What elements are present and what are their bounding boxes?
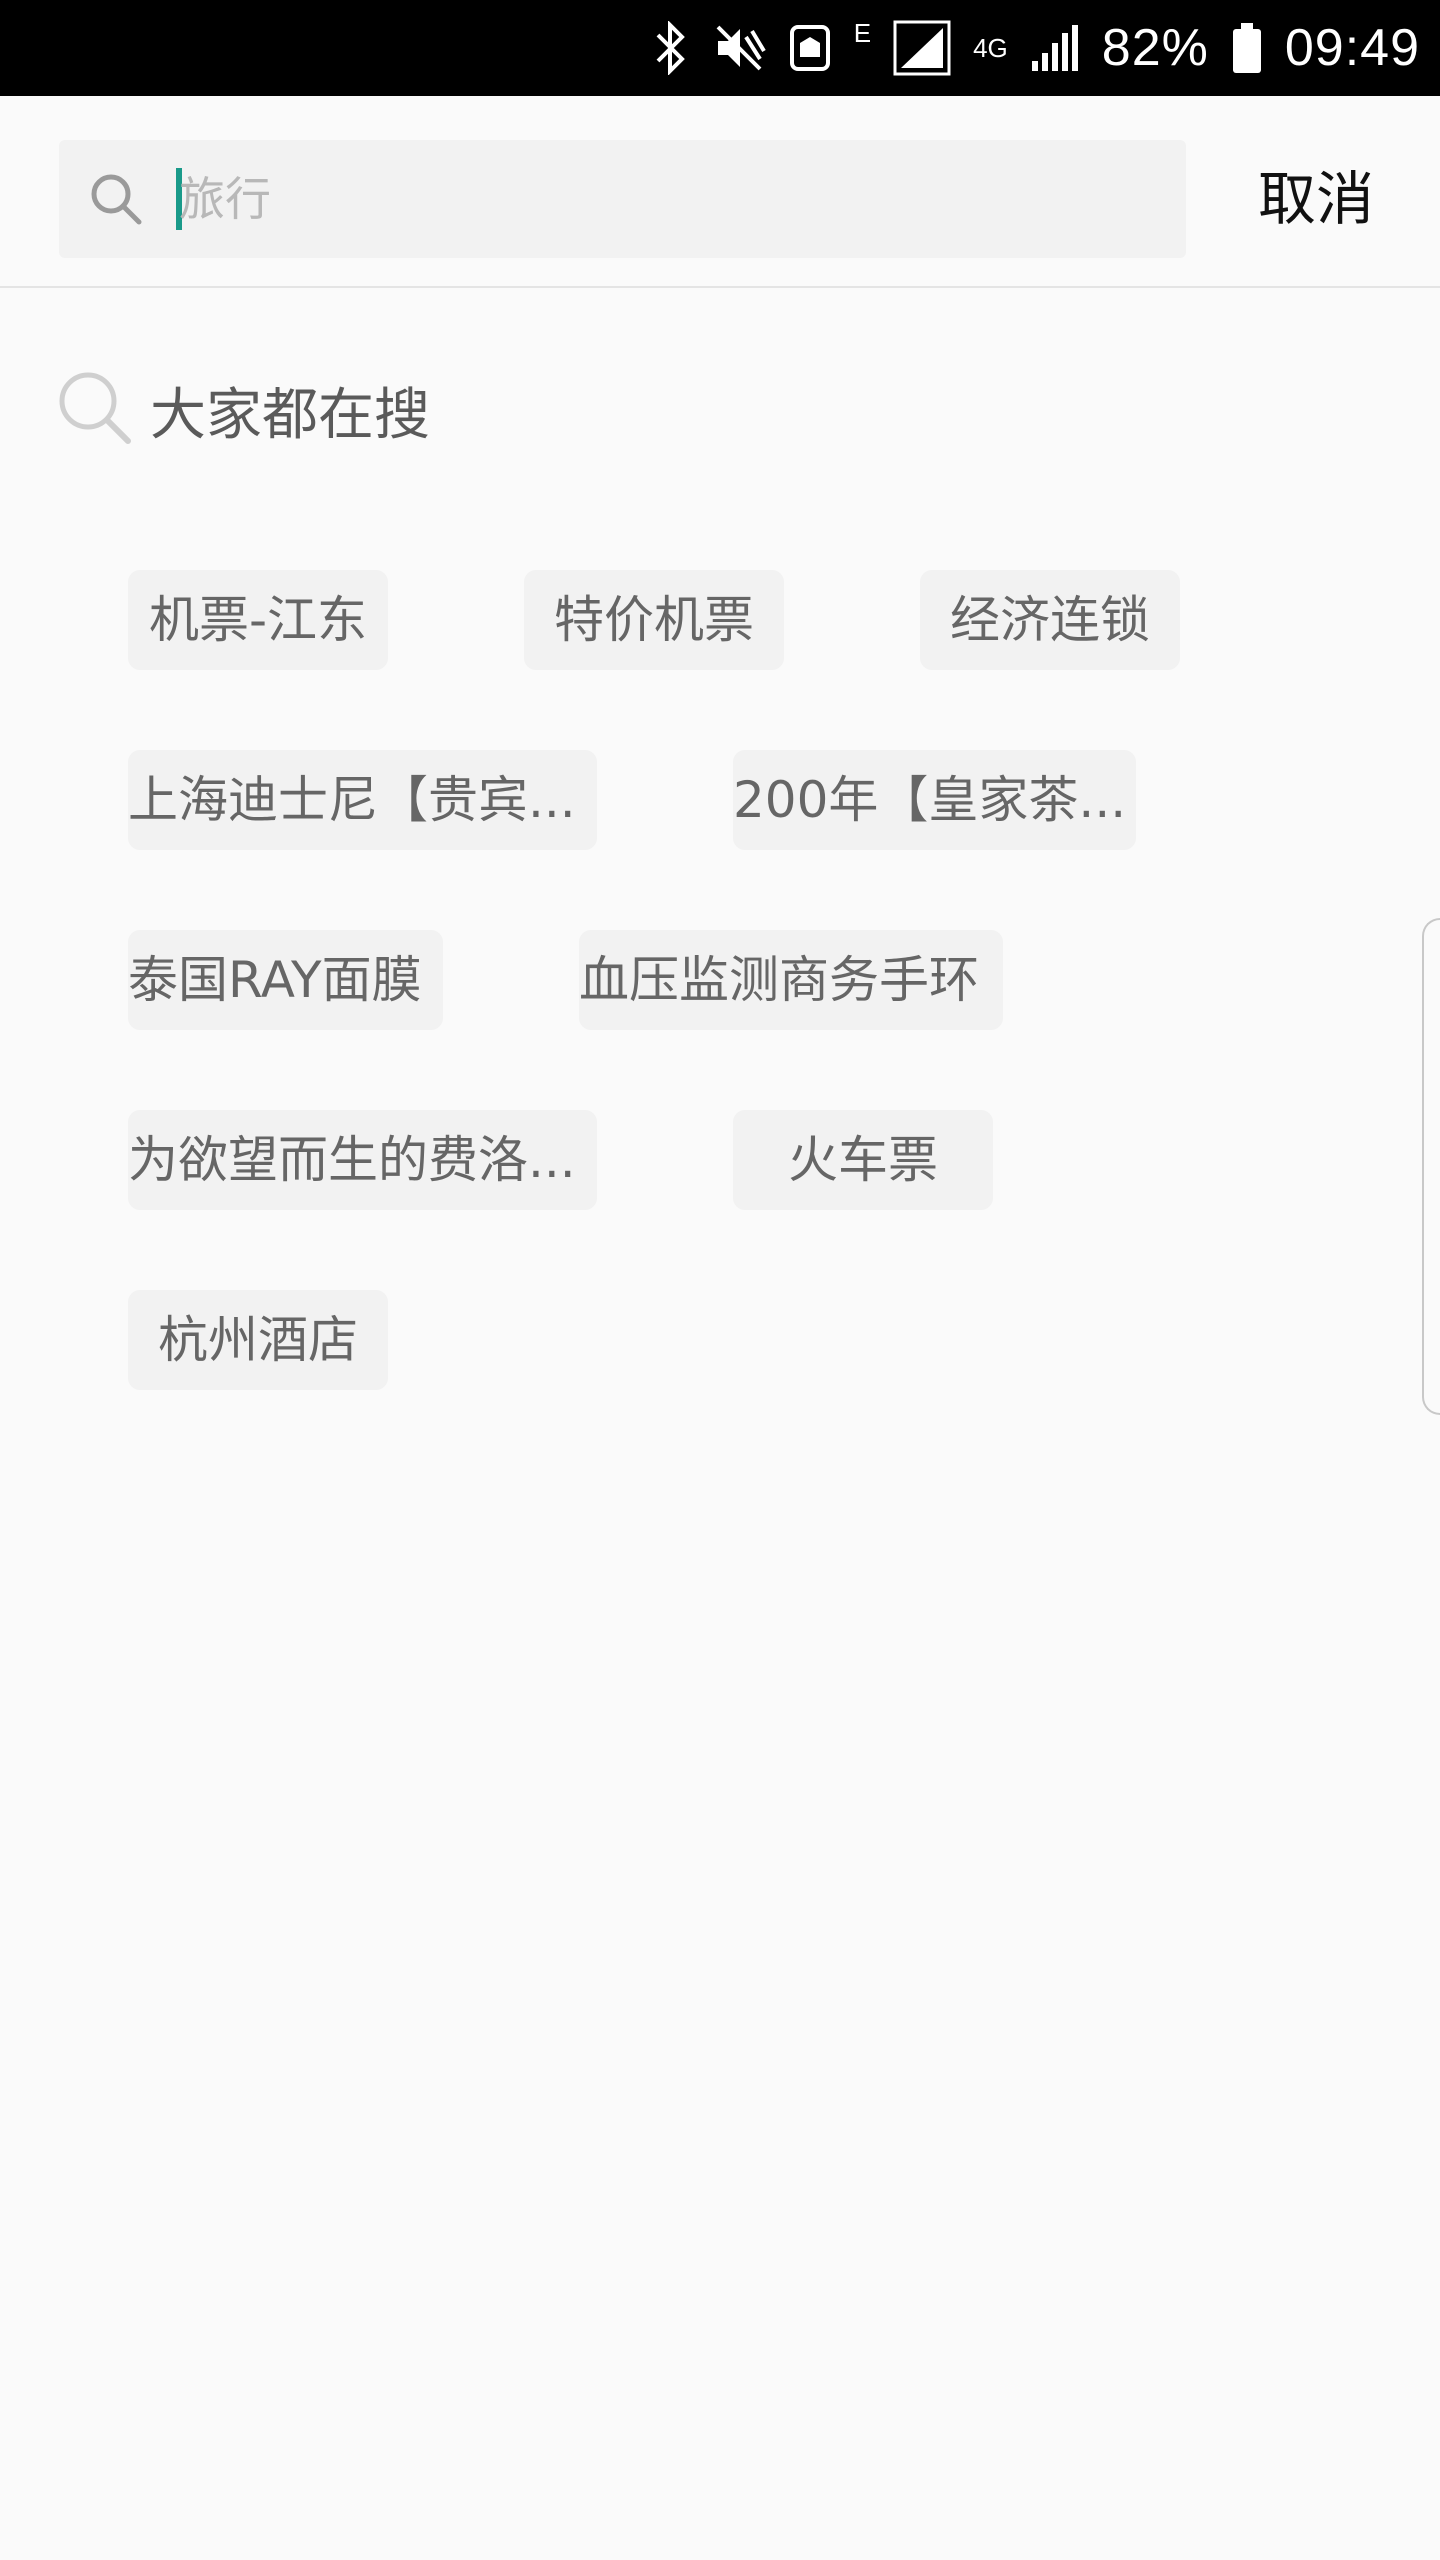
signal-icon: [1030, 23, 1080, 73]
network-type-e: E: [853, 18, 872, 48]
cancel-button[interactable]: 取消: [1258, 154, 1374, 244]
hot-search-tag[interactable]: 上海迪士尼【贵宾...: [128, 750, 597, 850]
hot-search-title: 大家都在搜: [150, 382, 430, 448]
network-4g-label: 4G: [973, 33, 1008, 63]
search-icon: [89, 172, 145, 232]
signal-icon: [893, 20, 951, 76]
hot-search-tag[interactable]: 200年【皇家茶...: [733, 750, 1136, 850]
edge-panel-handle[interactable]: [1422, 918, 1440, 1415]
hot-search-tag[interactable]: 特价机票: [524, 570, 784, 670]
battery-icon: [1231, 21, 1263, 75]
mute-icon: [712, 21, 766, 75]
hot-search-header: 大家都在搜: [58, 370, 430, 450]
hot-search-tag[interactable]: 血压监测商务手环: [579, 930, 1003, 1030]
hot-search-tag[interactable]: 泰国RAY面膜: [128, 930, 443, 1030]
hot-search-tag[interactable]: 经济连锁: [920, 570, 1180, 670]
search-box[interactable]: [59, 140, 1186, 258]
battery-percent: 82%: [1101, 19, 1209, 77]
search-header: 取消: [0, 96, 1440, 288]
network-type-4g: 4G: [973, 33, 1008, 63]
hot-search-tag[interactable]: 机票-江东: [128, 570, 388, 670]
search-icon: [58, 371, 132, 449]
bluetooth-icon: [650, 21, 690, 75]
clock: 09:49: [1284, 19, 1420, 77]
status-bar: E 4G 82% 09:49: [0, 0, 1440, 96]
hot-search-tag[interactable]: 火车票: [733, 1110, 993, 1210]
search-input[interactable]: [179, 160, 1159, 238]
hot-search-tag[interactable]: 为欲望而生的费洛...: [128, 1110, 597, 1210]
nfc-icon: [788, 23, 832, 73]
hot-search-tag[interactable]: 杭州酒店: [128, 1290, 388, 1390]
